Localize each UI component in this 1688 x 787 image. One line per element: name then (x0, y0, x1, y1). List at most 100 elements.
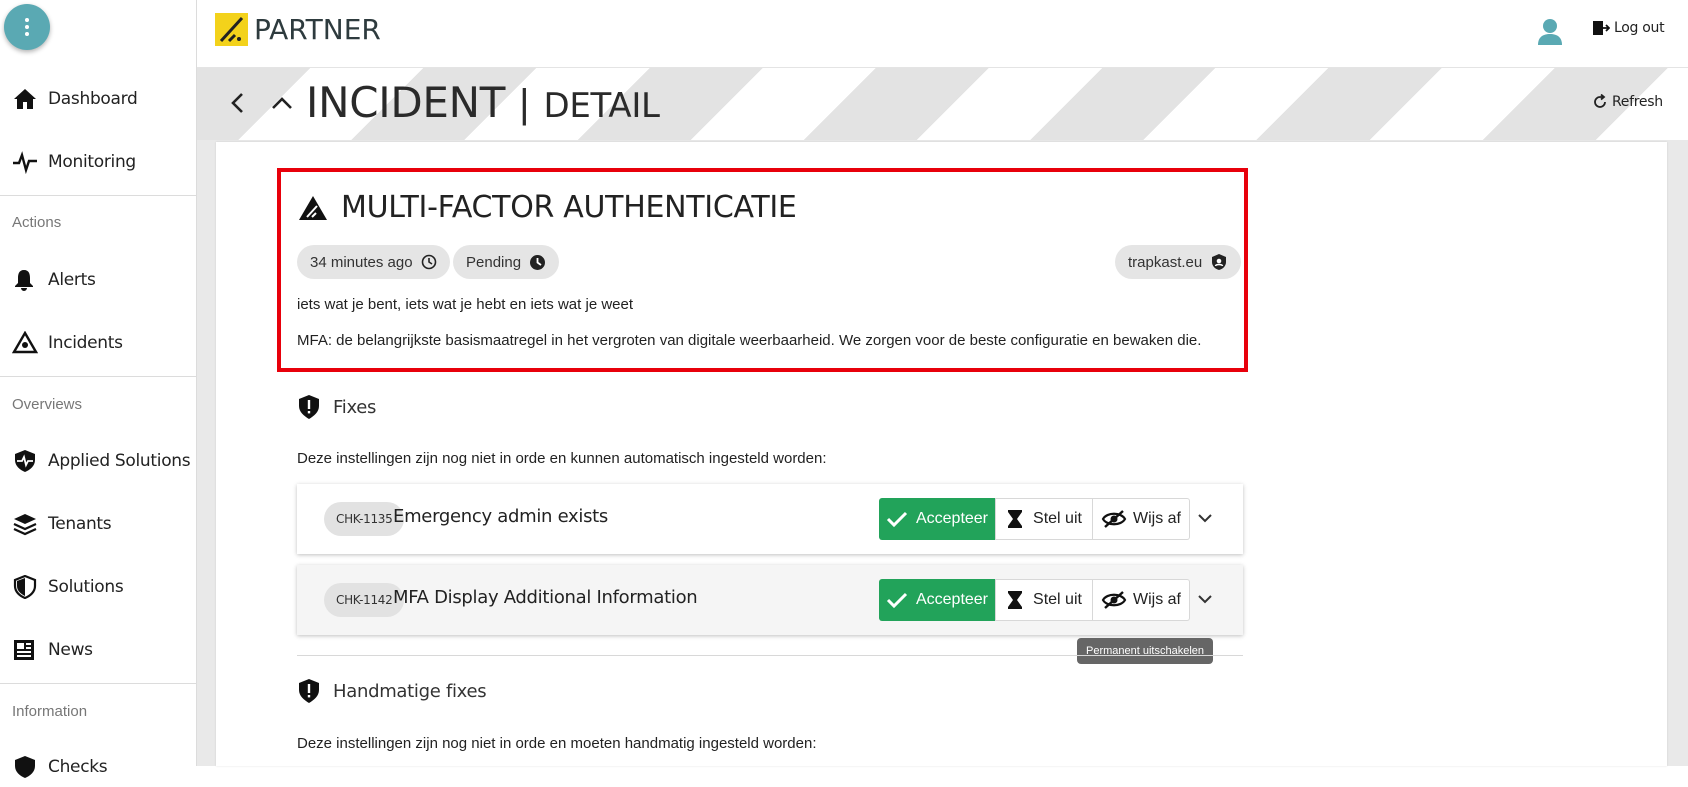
page-title-sub: DETAIL (543, 86, 660, 126)
fix-row[interactable]: CHK-1135 Emergency admin exists Acceptee… (297, 484, 1243, 554)
fix-row[interactable]: CHK-1142 MFA Display Additional Informat… (297, 565, 1243, 635)
refresh-icon (1594, 94, 1606, 108)
sidebar-item-news[interactable]: News (0, 630, 196, 670)
newspaper-icon (12, 638, 40, 662)
hourglass-icon (1008, 591, 1023, 609)
sidebar-item-alerts[interactable]: Alerts (0, 260, 196, 300)
tenant-chip: trapkast.eu (1115, 245, 1242, 279)
sidebar-divider (0, 376, 196, 377)
sidebar-item-label: Monitoring (48, 152, 136, 172)
menu-fab-button[interactable] (4, 4, 50, 50)
home-icon (12, 87, 40, 111)
partner-logo[interactable]: PARTNER (215, 13, 381, 46)
sidebar-item-label: Incidents (48, 333, 123, 353)
check-icon (886, 511, 908, 528)
snooze-button[interactable]: Stel uit (995, 498, 1093, 540)
sidebar-item-label: Dashboard (48, 89, 138, 109)
sidebar-section-overviews: Overviews (12, 396, 83, 413)
reject-button[interactable]: Wijs af (1093, 498, 1190, 540)
eye-off-icon (1101, 510, 1127, 528)
pending-icon (529, 254, 546, 271)
fixes-title-text: Fixes (333, 396, 377, 418)
back-button[interactable] (228, 90, 248, 121)
time-chip: 34 minutes ago (297, 245, 450, 279)
sidebar-section-information: Information (12, 703, 88, 720)
chevron-down-icon (1198, 595, 1212, 604)
clock-icon (421, 254, 437, 270)
shield-check-icon (12, 755, 40, 779)
snooze-label: Stel uit (1033, 591, 1082, 608)
fix-actions: Accepteer Stel uit Wijs af (879, 579, 1190, 621)
sidebar-item-incidents[interactable]: Incidents (0, 323, 196, 363)
status-chip: Pending (453, 245, 560, 279)
reject-label: Wijs af (1133, 591, 1181, 608)
logout-button[interactable]: Log out (1592, 20, 1665, 36)
sidebar-item-applied-solutions[interactable]: Applied Solutions (0, 441, 196, 481)
tenant-chip-label: trapkast.eu (1128, 253, 1203, 271)
shield-icon (12, 575, 40, 599)
page-title-main: INCIDENT (306, 78, 506, 127)
shield-alert-icon (299, 395, 319, 419)
sidebar-divider (0, 195, 196, 196)
logout-icon (1593, 21, 1610, 35)
time-chip-label: 34 minutes ago (310, 253, 413, 271)
fix-name: MFA Display Additional Information (393, 587, 698, 608)
incident-description: MFA: de belangrijkste basismaatregel in … (297, 332, 1202, 349)
page-title: INCIDENT | DETAIL (306, 78, 660, 127)
accept-button[interactable]: Accepteer (879, 579, 995, 621)
fixes-section-title: Fixes (297, 394, 376, 420)
shield-pulse-icon (12, 449, 40, 473)
hourglass-icon (1008, 510, 1023, 528)
collapse-button[interactable] (270, 90, 294, 121)
refresh-button[interactable]: Refresh (1592, 94, 1663, 110)
incident-tagline: iets wat je bent, iets wat je hebt en ie… (297, 296, 634, 313)
eye-off-icon (1101, 591, 1127, 609)
bell-icon (12, 268, 40, 292)
sidebar-item-label: News (48, 640, 93, 660)
reject-label: Wijs af (1133, 510, 1181, 527)
shield-alert-icon (299, 679, 319, 703)
logo-mark-icon (215, 13, 248, 46)
incident-title: MULTI-FACTOR AUTHENTICATIE (297, 190, 797, 225)
sidebar-item-tenants[interactable]: Tenants (0, 504, 196, 544)
manual-fixes-intro: Deze instellingen zijn nog niet in orde … (297, 735, 817, 752)
sidebar-item-dashboard[interactable]: Dashboard (0, 79, 196, 119)
incident-title-text: MULTI-FACTOR AUTHENTICATIE (341, 190, 797, 225)
status-chip-label: Pending (466, 253, 522, 271)
manual-fixes-section-title: Handmatige fixes (297, 678, 487, 704)
user-avatar-icon[interactable] (1537, 18, 1563, 51)
sidebar-item-solutions[interactable]: Solutions (0, 567, 196, 607)
reject-tooltip: Permanent uitschakelen (1077, 638, 1214, 664)
chevron-up-icon (272, 97, 292, 109)
accept-button[interactable]: Accepteer (879, 498, 995, 540)
pulse-icon (12, 150, 40, 174)
sidebar-item-checks[interactable]: Checks (0, 747, 196, 787)
fix-actions: Accepteer Stel uit Wijs af (879, 498, 1190, 540)
snooze-button[interactable]: Stel uit (995, 579, 1093, 621)
sidebar-item-monitoring[interactable]: Monitoring (0, 142, 196, 182)
expand-button[interactable] (1197, 510, 1213, 531)
check-icon (886, 592, 908, 609)
fixes-intro: Deze instellingen zijn nog niet in orde … (297, 450, 827, 467)
refresh-label: Refresh (1612, 94, 1663, 110)
sidebar: Dashboard Monitoring Actions Alerts Inci… (0, 0, 197, 778)
accept-label: Accepteer (915, 510, 989, 527)
section-divider (297, 655, 1243, 656)
layers-icon (12, 512, 40, 536)
sidebar-item-label: Checks (48, 757, 108, 777)
sidebar-item-label: Applied Solutions (48, 451, 191, 471)
shield-user-icon (1210, 253, 1228, 271)
fix-name: Emergency admin exists (393, 506, 608, 527)
snooze-label: Stel uit (1033, 510, 1082, 527)
sidebar-divider (0, 683, 196, 684)
chevron-left-icon (231, 93, 243, 113)
expand-button[interactable] (1197, 591, 1213, 612)
sidebar-item-label: Alerts (48, 270, 96, 290)
manual-fixes-title-text: Handmatige fixes (333, 680, 487, 702)
accept-label: Accepteer (915, 591, 989, 608)
incident-icon (299, 195, 327, 220)
sidebar-item-label: Tenants (48, 514, 112, 534)
top-bar: PARTNER Log out (197, 0, 1688, 68)
sidebar-item-label: Solutions (48, 577, 124, 597)
reject-button[interactable]: Wijs af (1093, 579, 1190, 621)
